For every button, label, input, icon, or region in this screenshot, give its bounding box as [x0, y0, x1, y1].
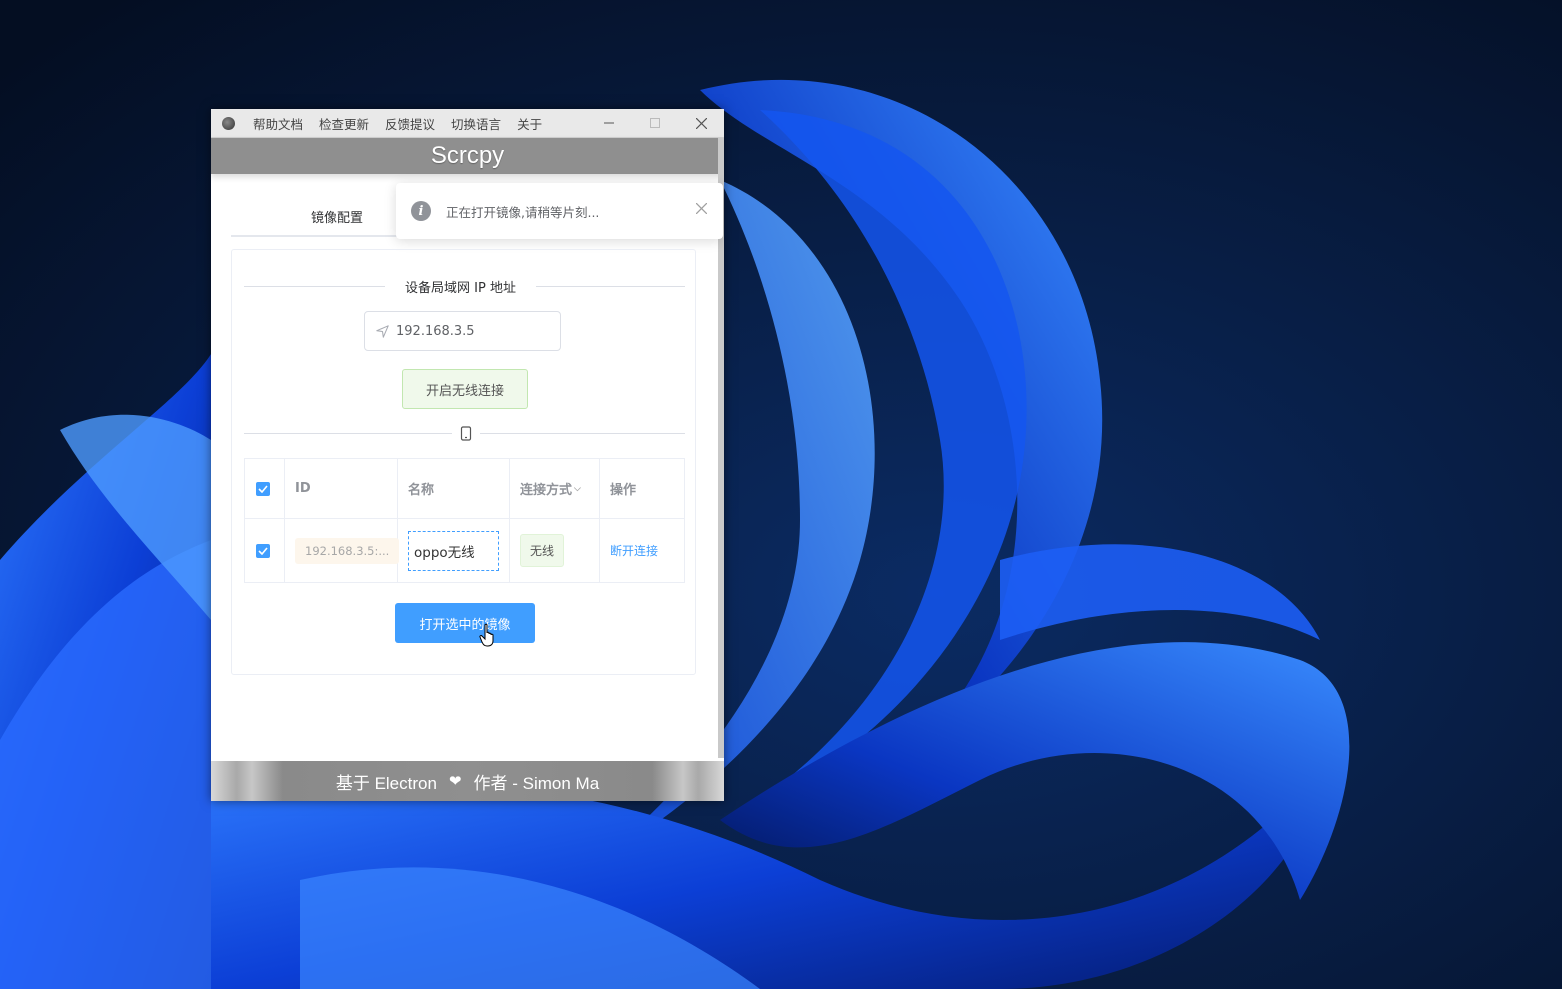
column-header-connection[interactable]: 连接方式 ⌵ [510, 459, 600, 518]
config-card: 设备局域网 IP 地址 192.168.3.5 开启无线连接 ID 名称 连接方… [231, 249, 696, 675]
hand-pointer-icon [479, 623, 494, 647]
table-row: 192.168.3.5:... oppo无线 无线 断开连接 [245, 519, 684, 582]
info-icon: i [411, 201, 431, 221]
device-id: 192.168.3.5:... [295, 537, 400, 564]
device-name-cell: oppo无线 [398, 519, 510, 582]
menu-bar: 帮助文档 检查更新 反馈提议 切换语言 关于 [211, 109, 724, 138]
device-name-input[interactable]: oppo无线 [408, 530, 499, 571]
ip-section-title: 设备局域网 IP 地址 [385, 277, 536, 296]
menu-switch-language[interactable]: 切换语言 [443, 114, 509, 133]
minimize-icon [604, 122, 614, 124]
app-logo-icon [222, 116, 235, 130]
column-header-name: 名称 [398, 459, 510, 518]
devices-section-icon [452, 426, 480, 442]
menu-about[interactable]: 关于 [509, 114, 550, 133]
minimize-button[interactable] [586, 109, 632, 137]
notification-close-button[interactable] [695, 200, 708, 218]
ip-address-value: 192.168.3.5 [396, 323, 475, 339]
action-cell: 断开连接 [600, 519, 684, 582]
menu-feedback[interactable]: 反馈提议 [377, 114, 443, 133]
phone-icon [460, 426, 472, 441]
connection-type-tag: 无线 [520, 534, 565, 567]
app-window: 帮助文档 检查更新 反馈提议 切换语言 关于 Scrcpy 镜像配置 i 正在打… [211, 109, 724, 801]
open-selected-mirror-button[interactable]: 打开选中的镜像 [395, 603, 535, 643]
maximize-button[interactable] [632, 109, 678, 137]
location-arrow-icon [376, 324, 389, 338]
menu-check-update[interactable]: 检查更新 [311, 114, 377, 133]
check-icon [258, 484, 268, 493]
info-notification: i 正在打开镜像,请稍等片刻... [396, 183, 723, 239]
device-table: ID 名称 连接方式 ⌵ 操作 192.168.3.5:... oppo无线 无… [244, 458, 685, 583]
row-checkbox[interactable] [256, 543, 270, 558]
window-controls [586, 109, 724, 137]
row-select-cell [245, 519, 285, 582]
footer-author: 作者 - Simon Ma [473, 773, 600, 793]
close-window-button[interactable] [678, 109, 724, 137]
filter-chevron-icon[interactable]: ⌵ [574, 484, 581, 494]
device-id-cell: 192.168.3.5:... [285, 519, 400, 582]
heart-icon: ❤ [448, 773, 462, 790]
select-all-checkbox[interactable] [256, 481, 270, 496]
menu-help-docs[interactable]: 帮助文档 [245, 114, 311, 133]
close-icon [695, 202, 708, 215]
close-icon [695, 117, 707, 129]
disconnect-link[interactable]: 断开连接 [610, 542, 658, 559]
footer-built-with: 基于 Electron [335, 773, 437, 793]
maximize-icon [650, 118, 660, 128]
connection-header-label: 连接方式 [520, 483, 573, 498]
column-header-action: 操作 [610, 483, 637, 498]
footer-bar: 基于 Electron ❤ 作者 - Simon Ma [211, 761, 724, 801]
app-title: Scrcpy [211, 138, 724, 174]
ip-address-input[interactable]: 192.168.3.5 [364, 311, 561, 351]
connection-type-cell: 无线 [510, 519, 600, 582]
check-icon [258, 546, 268, 555]
notification-message: 正在打开镜像,请稍等片刻... [446, 204, 600, 220]
column-header-id: ID [285, 459, 398, 518]
tab-mirror-config[interactable]: 镜像配置 [311, 207, 363, 226]
table-header-row: ID 名称 连接方式 ⌵ 操作 [245, 459, 684, 519]
enable-wireless-button[interactable]: 开启无线连接 [402, 369, 528, 409]
select-all-cell [245, 459, 285, 518]
